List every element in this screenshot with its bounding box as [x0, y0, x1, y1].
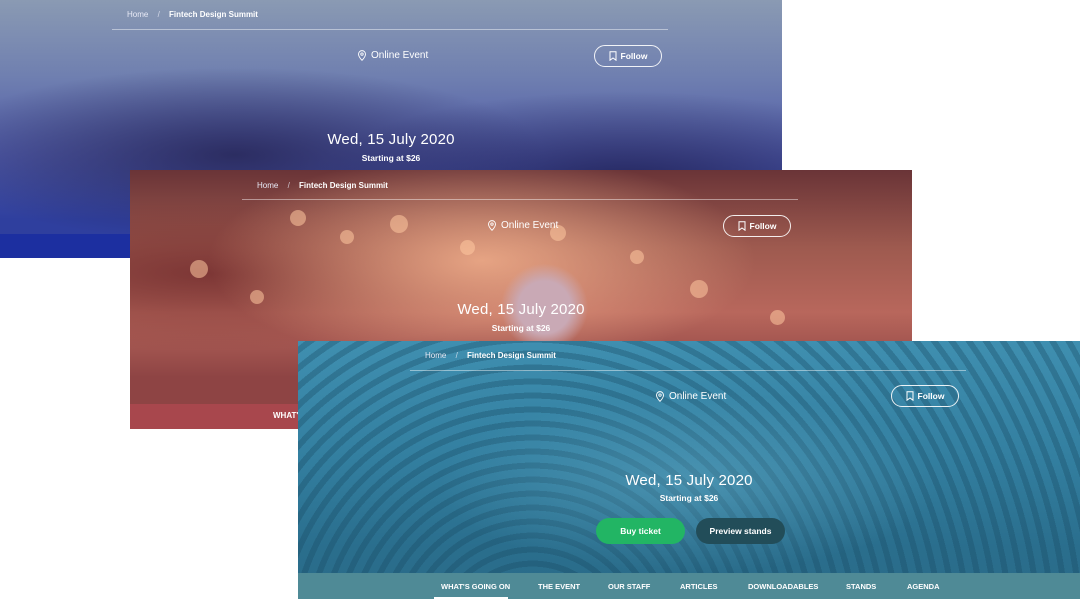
- follow-button[interactable]: Follow: [594, 45, 662, 67]
- map-pin-icon: [656, 391, 664, 402]
- tab-stands[interactable]: STANDS: [846, 582, 876, 591]
- event-date: Wed, 15 July 2020: [625, 472, 753, 489]
- follow-label: Follow: [620, 51, 648, 61]
- divider: [112, 29, 668, 30]
- bokeh-light: [190, 260, 208, 278]
- bokeh-light: [290, 210, 306, 226]
- preview-stands-button[interactable]: Preview stands: [696, 518, 785, 544]
- bokeh-light: [250, 290, 264, 304]
- location-label: Online Event: [371, 50, 429, 61]
- breadcrumb-home[interactable]: Home: [257, 181, 278, 190]
- tab-downloadables[interactable]: DOWNLOADABLES: [748, 582, 818, 591]
- starting-price: Starting at $26: [491, 323, 551, 333]
- event-location: Online Event: [357, 50, 428, 61]
- bokeh-light: [460, 240, 475, 255]
- event-banner-teal: Home / Fintech Design Summit Online Even…: [298, 341, 1080, 599]
- map-pin-icon: [488, 220, 496, 231]
- breadcrumb: Home / Fintech Design Summit: [257, 181, 388, 190]
- breadcrumb-home[interactable]: Home: [425, 351, 446, 360]
- tab-agenda[interactable]: AGENDA: [907, 582, 940, 591]
- event-location: Online Event: [487, 220, 558, 231]
- follow-label: Follow: [749, 221, 777, 231]
- tab-our-staff[interactable]: OUR STAFF: [608, 582, 650, 591]
- follow-label: Follow: [917, 391, 945, 401]
- bokeh-light: [390, 215, 408, 233]
- breadcrumb-separator: /: [157, 10, 160, 19]
- follow-button[interactable]: Follow: [723, 215, 791, 237]
- divider: [242, 199, 798, 200]
- tab-articles[interactable]: ARTICLES: [680, 582, 718, 591]
- map-pin-icon: [358, 50, 366, 61]
- bokeh-light: [770, 310, 785, 325]
- starting-price: Starting at $26: [361, 153, 421, 163]
- breadcrumb-current: Fintech Design Summit: [467, 351, 556, 360]
- follow-button[interactable]: Follow: [891, 385, 959, 407]
- bokeh-light: [340, 230, 354, 244]
- bokeh-light: [630, 250, 644, 264]
- breadcrumb-current: Fintech Design Summit: [299, 181, 388, 190]
- bookmark-icon: [609, 51, 617, 61]
- breadcrumb-separator: /: [455, 351, 458, 360]
- bookmark-icon: [906, 391, 914, 401]
- location-label: Online Event: [501, 220, 559, 231]
- event-date: Wed, 15 July 2020: [327, 131, 455, 148]
- location-label: Online Event: [669, 391, 727, 402]
- breadcrumb-current: Fintech Design Summit: [169, 10, 258, 19]
- buy-ticket-button[interactable]: Buy ticket: [596, 518, 685, 544]
- tab-whats-going-on[interactable]: WHAT'S GOING ON: [441, 582, 510, 591]
- breadcrumb-separator: /: [287, 181, 290, 190]
- tab-the-event[interactable]: THE EVENT: [538, 582, 580, 591]
- bookmark-icon: [738, 221, 746, 231]
- bokeh-light: [690, 280, 708, 298]
- event-location: Online Event: [655, 391, 726, 402]
- audience-background: [298, 341, 1080, 599]
- divider: [410, 370, 966, 371]
- breadcrumb-home[interactable]: Home: [127, 10, 148, 19]
- event-date: Wed, 15 July 2020: [457, 301, 585, 318]
- breadcrumb: Home / Fintech Design Summit: [425, 351, 556, 360]
- breadcrumb: Home / Fintech Design Summit: [127, 10, 258, 19]
- starting-price: Starting at $26: [659, 493, 719, 503]
